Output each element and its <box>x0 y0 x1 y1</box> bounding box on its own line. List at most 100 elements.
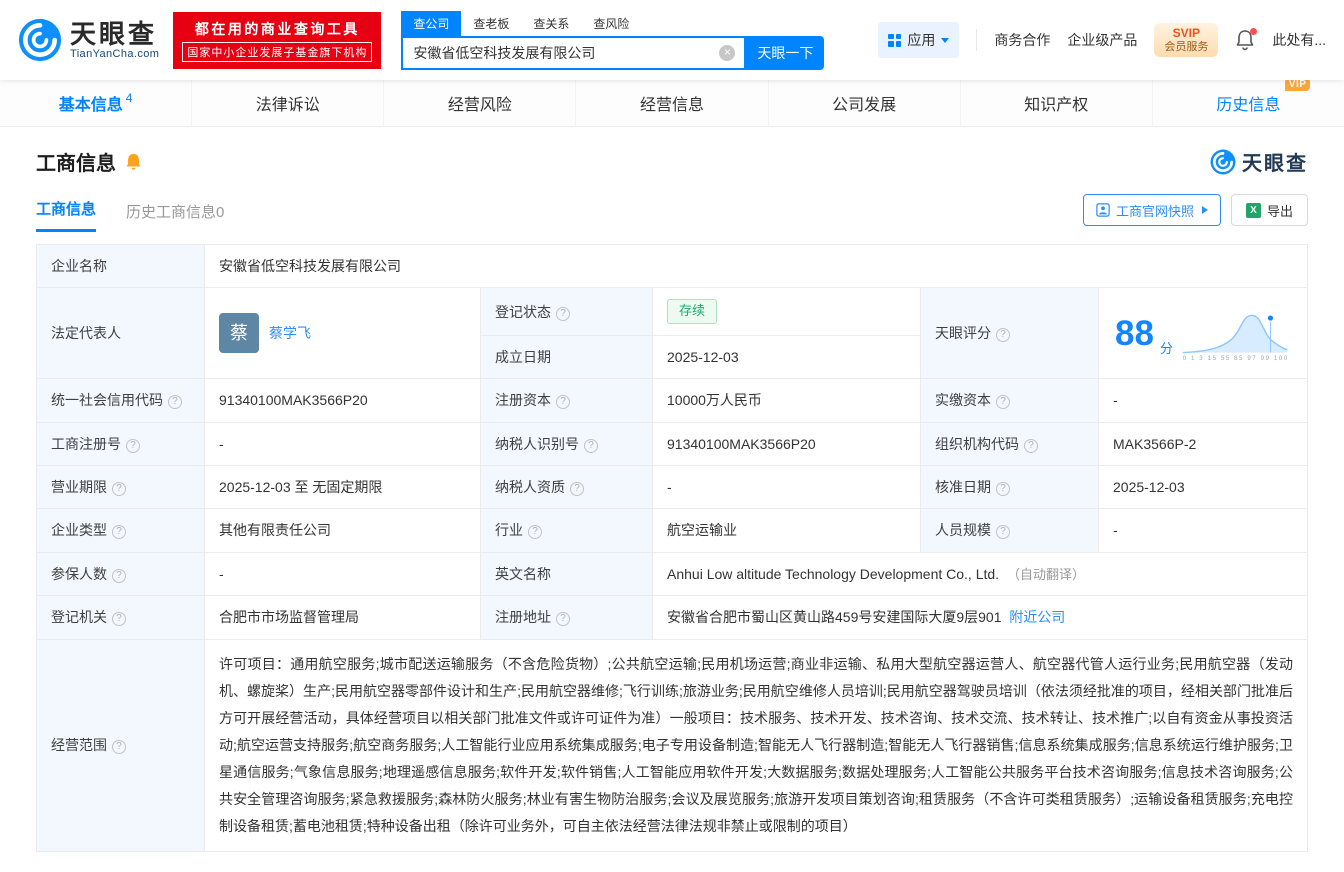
field-value-registration-status: 存续 <box>652 287 921 337</box>
table-row: 参保人数 - 英文名称 Anhui Low altitude Technolog… <box>36 551 1308 597</box>
section-head: 工商信息 天眼查 <box>36 147 1308 176</box>
info-icon[interactable] <box>570 482 584 497</box>
top-header: 天眼查 TianYanCha.com 都在用的商业查询工具 国家中小企业发展子基… <box>0 0 1344 80</box>
tab-company-development[interactable]: 公司发展 <box>767 80 960 126</box>
notifications-bell[interactable] <box>1235 28 1258 51</box>
search-tab-relationship[interactable]: 查关系 <box>521 11 581 36</box>
nearby-companies-link[interactable]: 附近公司 <box>1009 609 1065 625</box>
info-icon[interactable] <box>556 612 570 627</box>
link-enterprise-products[interactable]: 企业级产品 <box>1067 30 1137 50</box>
tab-history-info[interactable]: 历史信息 VIP <box>1151 78 1344 126</box>
tab-operating-risk[interactable]: 经营风险 <box>383 80 575 126</box>
subtab-history-registration[interactable]: 历史工商信息0 <box>126 201 224 232</box>
field-value-establish-date: 2025-12-03 <box>652 335 921 380</box>
tianyancha-logo-icon <box>1210 149 1236 174</box>
info-icon[interactable] <box>996 482 1010 497</box>
search-input[interactable] <box>403 44 720 61</box>
info-icon[interactable] <box>112 482 126 497</box>
info-icon[interactable] <box>168 395 182 410</box>
field-label-tianyan-score: 天眼评分 <box>920 287 1099 380</box>
search-button[interactable]: 天眼一下 <box>746 35 825 70</box>
subtab-actions: 工商官网快照 导出 <box>1082 194 1308 232</box>
info-icon[interactable] <box>112 612 126 627</box>
tab-basic-info[interactable]: 基本信息 4 <box>0 80 191 126</box>
field-value-registration-authority: 合肥市市场监督管理局 <box>204 595 481 640</box>
field-label-insured-count: 参保人数 <box>36 551 205 597</box>
tab-label: 历史信息 <box>1216 97 1281 114</box>
tab-business-info[interactable]: 经营信息 <box>575 80 767 126</box>
tab-intellectual-property[interactable]: 知识产权 <box>959 80 1152 126</box>
search-tab-boss[interactable]: 查老板 <box>461 11 521 36</box>
info-icon[interactable] <box>996 328 1010 343</box>
tab-label: 基本信息 <box>58 97 123 114</box>
svip-subtitle: 会员服务 <box>1164 40 1209 53</box>
header-right: 应用 商务合作 企业级产品 SVIP 会员服务 此处有... <box>878 22 1326 58</box>
info-icon[interactable] <box>112 740 126 755</box>
tab-label: 经营信息 <box>639 97 704 114</box>
info-icon[interactable] <box>996 395 1010 410</box>
search-area: 查公司 查老板 查关系 查风险 天眼一下 <box>401 10 825 70</box>
info-icon[interactable] <box>112 525 126 540</box>
export-label: 导出 <box>1266 203 1293 219</box>
table-row: 经营范围 许可项目：通用航空服务;城市配送运输服务（不含危险货物）;公共航空运输… <box>36 638 1308 852</box>
divider <box>976 29 978 51</box>
subscribe-bell-icon[interactable] <box>124 152 143 172</box>
field-label-company-type: 企业类型 <box>36 508 205 553</box>
field-label-registration-status: 登记状态 <box>480 287 653 337</box>
info-icon[interactable] <box>528 525 542 540</box>
field-label-taxpayer-id: 纳税人识别号 <box>480 421 653 467</box>
notification-dot <box>1250 28 1258 35</box>
field-label-organization-code: 组织机构代码 <box>920 421 1099 467</box>
field-label-registered-address: 注册地址 <box>480 595 653 640</box>
more-menu[interactable]: 此处有... <box>1272 30 1326 50</box>
chevron-down-icon <box>941 37 950 43</box>
tab-legal-proceedings[interactable]: 法律诉讼 <box>191 80 383 126</box>
field-value-staff-size: - <box>1098 508 1308 553</box>
business-info-table: 企业名称 安徽省低空科技发展有限公司 法定代表人 蔡 蔡学飞 登记状态? 存续 … <box>36 243 1308 852</box>
promo-banner[interactable]: 都在用的商业查询工具 国家中小企业发展子基金旗下机构 <box>173 11 382 69</box>
id-card-icon <box>1096 203 1110 217</box>
play-arrow-icon <box>1201 206 1208 214</box>
tab-label: 经营风险 <box>447 97 512 114</box>
field-value-industry: 航空运输业 <box>652 508 921 553</box>
score-unit: 分 <box>1159 340 1173 356</box>
snapshot-label: 工商官网快照 <box>1115 203 1194 219</box>
info-icon[interactable] <box>584 438 598 453</box>
avatar[interactable]: 蔡 <box>219 313 259 354</box>
table-row: 工商注册号 - 纳税人识别号 91340100MAK3566P20 组织机构代码… <box>36 421 1308 467</box>
search-tab-risk[interactable]: 查风险 <box>581 11 641 36</box>
info-icon[interactable] <box>556 306 570 321</box>
table-row: 法定代表人 蔡 蔡学飞 登记状态 存续 天眼评分 <box>36 287 1308 380</box>
field-label-legal-representative: 法定代表人 <box>36 287 205 380</box>
table-row: 统一社会信用代码 91340100MAK3566P20 注册资本 10000万人… <box>36 378 1308 423</box>
official-snapshot-button[interactable]: 工商官网快照 <box>1082 194 1221 226</box>
table-row: 企业名称 安徽省低空科技发展有限公司 <box>36 243 1308 289</box>
field-label-approval-date: 核准日期 <box>920 465 1099 510</box>
tianyancha-logo[interactable]: 天眼查 TianYanCha.com <box>18 18 159 62</box>
field-value-tianyan-score: 88 分 0 1 3 15 55 85 97 99 100 <box>1098 287 1308 380</box>
clear-icon[interactable] <box>719 44 736 61</box>
info-icon[interactable] <box>126 438 140 453</box>
search-tab-company[interactable]: 查公司 <box>401 10 462 36</box>
info-icon[interactable] <box>556 395 570 410</box>
field-value-taxpayer-id: 91340100MAK3566P20 <box>652 421 921 467</box>
info-icon[interactable] <box>112 568 126 583</box>
excel-icon <box>1245 202 1261 218</box>
subtab-business-registration[interactable]: 工商信息 <box>36 198 97 232</box>
info-icon[interactable] <box>1024 438 1038 453</box>
export-button[interactable]: 导出 <box>1230 194 1308 226</box>
info-icon[interactable] <box>996 525 1010 540</box>
apps-menu[interactable]: 应用 <box>878 22 960 58</box>
svip-badge[interactable]: SVIP 会员服务 <box>1154 22 1219 58</box>
page-title: 工商信息 <box>36 153 116 175</box>
auto-translate-note: （自动翻译） <box>1006 566 1085 582</box>
legal-representative-link[interactable]: 蔡学飞 <box>269 323 311 343</box>
field-label-taxpayer-qualification: 纳税人资质 <box>480 465 653 510</box>
company-nav-tabs: 基本信息 4 法律诉讼 经营风险 经营信息 公司发展 知识产权 历史信息 VIP <box>0 78 1344 127</box>
score-value: 88 <box>1115 313 1154 353</box>
link-business-cooperation[interactable]: 商务合作 <box>994 30 1050 50</box>
tianyan-score[interactable]: 88 分 0 1 3 15 55 85 97 99 100 <box>1113 304 1293 362</box>
brand-domain: TianYanCha.com <box>70 48 160 61</box>
score-marker-dot <box>1266 314 1275 323</box>
field-value-business-term: 2025-12-03 至 无固定期限 <box>204 465 481 510</box>
